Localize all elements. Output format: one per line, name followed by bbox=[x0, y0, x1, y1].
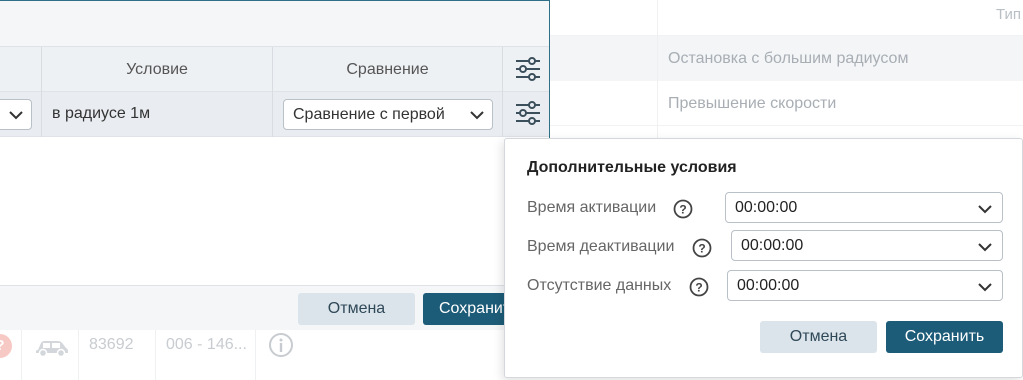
no-data-label: Отсутствие данных bbox=[527, 277, 672, 294]
condition-value: в радиусе 1м bbox=[52, 105, 151, 122]
comparison-select-value: Сравнение с первой bbox=[293, 106, 445, 123]
help-icon[interactable]: ? bbox=[692, 238, 712, 263]
svg-text:?: ? bbox=[698, 242, 705, 256]
help-icon[interactable]: ? bbox=[673, 199, 693, 224]
deactivation-time-select[interactable]: 00:00:00 bbox=[731, 230, 1003, 261]
info-icon[interactable] bbox=[268, 332, 294, 363]
chevron-down-icon bbox=[8, 108, 24, 127]
bg-vehicle-plate: 006 - 146... bbox=[166, 336, 247, 353]
bg-table-header: Тип bbox=[548, 0, 1023, 36]
bg-column-divider bbox=[657, 0, 658, 140]
chevron-down-icon bbox=[977, 202, 993, 220]
sliders-icon bbox=[515, 100, 541, 131]
column-header-comparison: Сравнение bbox=[272, 47, 502, 92]
activation-time-label: Время активации bbox=[527, 199, 657, 216]
activation-time-select[interactable]: 00:00:00 bbox=[725, 192, 1003, 223]
chevron-down-icon bbox=[977, 240, 993, 258]
svg-text:?: ? bbox=[679, 203, 686, 217]
bg-column-header-type: Тип bbox=[995, 6, 1021, 23]
table-row[interactable]: в радиусе 1м Сравнение с первой bbox=[0, 92, 549, 137]
left-select[interactable] bbox=[0, 99, 32, 130]
cancel-button[interactable]: Отмена bbox=[298, 293, 415, 325]
popover-cancel-button[interactable]: Отмена bbox=[760, 321, 877, 353]
comparison-select[interactable]: Сравнение с первой bbox=[283, 99, 493, 130]
no-data-select[interactable]: 00:00:00 bbox=[727, 270, 1003, 301]
modal-header bbox=[0, 1, 549, 47]
conditions-modal: Условие Сравнение в радиусе 1м Сравнение… bbox=[0, 0, 550, 330]
popover-save-button[interactable]: Сохранить bbox=[886, 321, 1003, 353]
row-settings-button[interactable] bbox=[502, 92, 549, 137]
help-icon[interactable]: ? bbox=[689, 277, 709, 302]
no-data-value: 00:00:00 bbox=[737, 277, 800, 294]
popover-title: Дополнительные условия bbox=[527, 159, 737, 176]
bg-row-type: Остановка с большим радиусом bbox=[668, 50, 909, 67]
car-icon bbox=[34, 336, 70, 363]
deactivation-time-label: Время деактивации bbox=[527, 238, 675, 255]
modal-footer: Отмена Сохранить bbox=[0, 285, 549, 330]
bg-table-row[interactable]: Превышение скорости bbox=[548, 81, 1023, 126]
chevron-down-icon bbox=[977, 280, 993, 298]
svg-text:?: ? bbox=[695, 281, 702, 295]
bg-table-row[interactable]: Остановка с большим радиусом bbox=[548, 36, 1023, 81]
warning-badge: ? bbox=[0, 334, 12, 358]
bg-vehicle-id: 83692 bbox=[89, 336, 134, 353]
additional-conditions-popover: Дополнительные условия Время активации ?… bbox=[504, 138, 1023, 378]
deactivation-time-value: 00:00:00 bbox=[741, 237, 804, 254]
bg-row-type: Превышение скорости bbox=[668, 95, 837, 112]
chevron-down-icon bbox=[469, 108, 485, 127]
column-settings-button[interactable] bbox=[502, 47, 549, 92]
column-header-condition: Условие bbox=[41, 47, 272, 92]
conditions-table-header: Условие Сравнение bbox=[0, 47, 549, 92]
activation-time-value: 00:00:00 bbox=[735, 199, 798, 216]
